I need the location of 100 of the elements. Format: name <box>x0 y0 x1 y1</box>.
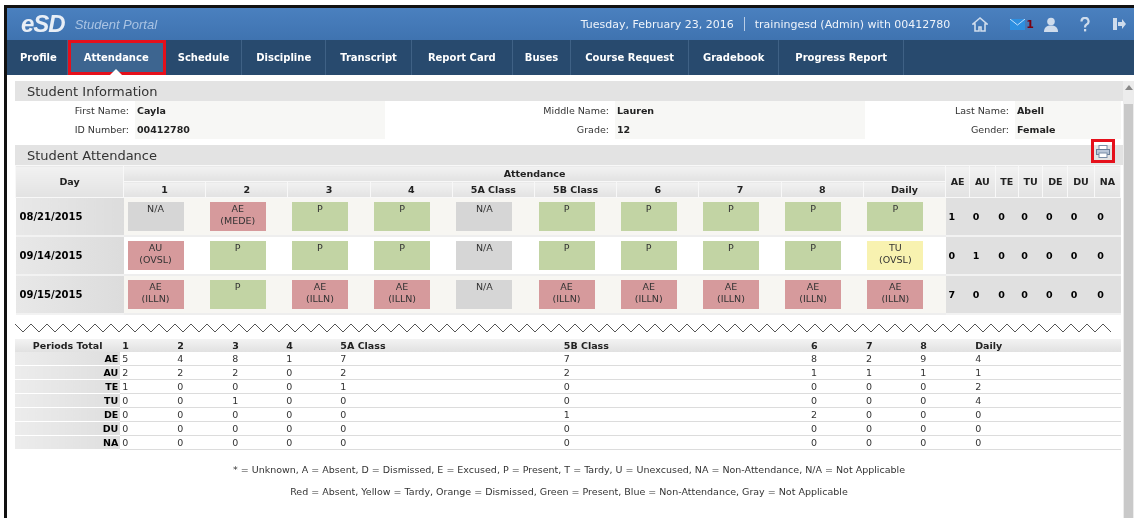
printer-icon <box>1096 144 1110 158</box>
column-header: 6 <box>809 339 865 352</box>
table-cell: 0 <box>561 393 810 408</box>
attendance-mark: AE (ILLN) <box>702 280 759 309</box>
column-header: Periods Total <box>15 339 121 352</box>
table-cell: 0 <box>561 435 810 450</box>
table-cell: 0 <box>175 379 231 394</box>
table-cell: 7 <box>338 352 562 366</box>
section-title: Student Information <box>27 83 158 99</box>
attendance-mark: AE (ILLN) <box>867 280 924 309</box>
column-header: DE <box>1042 165 1068 198</box>
table-cell: 2 <box>809 407 865 422</box>
table-cell: 0 <box>338 393 562 408</box>
user-info: trainingesd (Admin) with 00412780 <box>754 17 951 31</box>
table-cell: 9 <box>918 352 974 366</box>
table-cell: 0 <box>809 393 865 408</box>
table-cell: 0 <box>230 407 285 422</box>
attendance-mark: N/A <box>456 280 513 309</box>
table-cell: 0 <box>175 407 231 422</box>
attendance-mark: P <box>867 202 924 231</box>
table-cell: 0 <box>809 421 865 436</box>
column-header: Attendance <box>123 165 946 182</box>
field-value: Female <box>1015 120 1121 139</box>
attendance-mark: N/A <box>456 202 513 231</box>
table-cell: 0 <box>918 421 974 436</box>
table-cell: 2 <box>230 365 285 380</box>
table-cell: 0 <box>284 421 339 436</box>
section-title: Student Attendance <box>27 147 157 163</box>
column-header: NA <box>1094 165 1121 198</box>
table-cell: 1 <box>284 352 339 366</box>
table-cell: 0 <box>230 435 285 450</box>
scroll-up-icon[interactable] <box>1124 85 1133 90</box>
attendance-mark: P <box>538 241 595 270</box>
column-header: 5A Class <box>338 339 562 352</box>
column-header: 3 <box>230 339 285 352</box>
table-cell: 1 <box>864 365 919 380</box>
mail-icon[interactable] <box>1010 18 1026 30</box>
print-button[interactable] <box>1091 139 1115 163</box>
logout-icon[interactable] <box>1112 17 1126 31</box>
scrollbar[interactable] <box>1123 81 1134 518</box>
table-cell: 0 <box>973 435 1121 450</box>
column-header: 4 <box>284 339 339 352</box>
table-cell: 1 <box>918 365 974 380</box>
table-cell: 0 <box>918 379 974 394</box>
home-icon[interactable] <box>972 16 989 32</box>
table-cell: 0 <box>918 407 974 422</box>
attendance-mark: P <box>620 241 677 270</box>
table-cell: 0 <box>284 407 339 422</box>
table-cell: 0 <box>864 407 919 422</box>
table-cell: 2 <box>561 365 810 380</box>
column-header: AE <box>945 165 970 198</box>
column-header: Day <box>15 165 124 198</box>
attendance-mark: P <box>291 241 348 270</box>
attendance-mark: P <box>785 202 842 231</box>
field-value: Abell <box>1015 101 1121 120</box>
nav-tab[interactable]: Attendance <box>67 40 166 75</box>
table-cell: 0 <box>175 393 231 408</box>
attendance-mark: P <box>209 241 266 270</box>
table-cell: 0 <box>120 407 176 422</box>
total-cell: 0 <box>1018 197 1043 236</box>
attendance-mark: P <box>702 202 759 231</box>
table-cell: 7 <box>561 352 810 366</box>
table-cell: 0 <box>230 421 285 436</box>
date-cell: 09/15/2015 <box>15 275 124 314</box>
table-cell: 0 <box>175 435 231 450</box>
table-cell: 0 <box>918 435 974 450</box>
table-cell: 0 <box>230 379 285 394</box>
total-cell: 0 <box>1094 275 1121 314</box>
attendance-mark: AE (ILLN) <box>127 280 184 309</box>
portal-name: Student Portal <box>74 16 158 32</box>
attendance-mark: P <box>374 202 431 231</box>
table-cell: 0 <box>561 379 810 394</box>
table-cell: 0 <box>338 421 562 436</box>
table-cell: 1 <box>120 379 176 394</box>
row-header: AE <box>15 352 121 366</box>
attendance-mark: AE (ILLN) <box>785 280 842 309</box>
total-cell: 0 <box>1018 275 1043 314</box>
date-cell: 08/21/2015 <box>15 197 124 236</box>
user-icon[interactable] <box>1044 16 1058 32</box>
attendance-mark: P <box>538 202 595 231</box>
table-cell: 0 <box>284 365 339 380</box>
table-cell: 0 <box>338 435 562 450</box>
mail-count: 1 <box>1026 17 1034 31</box>
table-cell: 8 <box>230 352 285 366</box>
help-icon[interactable] <box>1080 16 1090 32</box>
attendance-mark: P <box>785 241 842 270</box>
table-cell: 0 <box>338 407 562 422</box>
total-cell: 0 <box>995 197 1019 236</box>
table-cell: 5 <box>120 352 176 366</box>
table-cell: 0 <box>561 421 810 436</box>
table-cell: 0 <box>120 435 176 450</box>
table-cell: 2 <box>175 365 231 380</box>
table-cell: 2 <box>338 365 562 380</box>
attendance-mark: P <box>620 202 677 231</box>
field-value: Lauren <box>615 101 865 120</box>
table-cell: 0 <box>864 379 919 394</box>
table-cell: 4 <box>973 393 1121 408</box>
table-cell: 0 <box>864 435 919 450</box>
column-header: DU <box>1067 165 1095 198</box>
current-date: Tuesday, February 23, 2016 <box>580 17 734 31</box>
